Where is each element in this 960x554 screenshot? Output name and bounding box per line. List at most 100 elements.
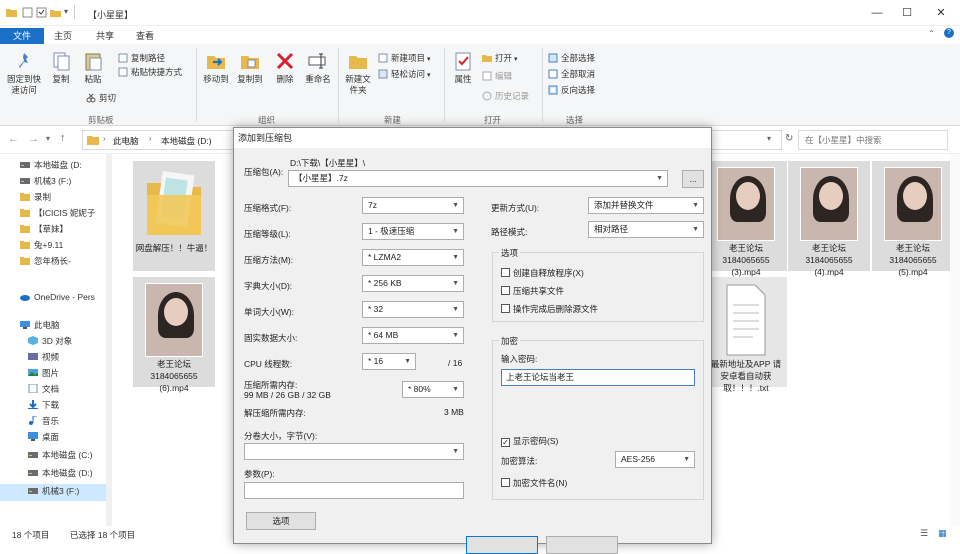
format-select[interactable]: 7z ▼ bbox=[362, 197, 464, 214]
nav-item[interactable]: 本地磁盘 (C:) bbox=[28, 448, 118, 463]
show-password-checkbox[interactable]: ✓ 显示密码(S) bbox=[501, 435, 558, 447]
forward-arrow-icon[interactable]: → bbox=[28, 133, 39, 145]
close-button[interactable]: ✕ bbox=[930, 4, 952, 22]
move-to-button[interactable]: 移动到 bbox=[200, 50, 232, 85]
word-size-select[interactable]: * 32 ▼ bbox=[362, 301, 464, 318]
method-select[interactable]: * LZMA2 ▼ bbox=[362, 249, 464, 266]
nav-item[interactable]: 桌面 bbox=[28, 430, 118, 445]
nav-scrollbar[interactable] bbox=[106, 154, 112, 526]
split-volume-combo[interactable]: ▼ bbox=[244, 443, 464, 460]
thumbnail-view-icon[interactable]: ▦ bbox=[938, 528, 947, 539]
history-button[interactable]: 历史记录 bbox=[482, 90, 529, 102]
dictionary-select[interactable]: * 256 KB ▼ bbox=[362, 275, 464, 292]
new-folder-icon[interactable] bbox=[50, 7, 61, 18]
nav-item[interactable]: 兔+9.11 bbox=[20, 238, 110, 253]
properties-button[interactable]: 属性 bbox=[448, 50, 478, 85]
properties-icon[interactable] bbox=[22, 7, 33, 18]
file-item[interactable]: 最新地址及APP 请安卓看自动获取！！！.txt bbox=[705, 277, 787, 393]
file-item[interactable]: 老王论坛 3184065655 (6).mp4 bbox=[133, 277, 215, 393]
new-folder-button[interactable]: 新建文件夹 bbox=[342, 50, 374, 96]
folder-icon bbox=[20, 193, 30, 201]
invert-selection-button[interactable]: 反向选择 bbox=[548, 84, 595, 96]
file-item[interactable]: 老王论坛 3184065655 (3).mp4 bbox=[705, 161, 787, 277]
tab-share[interactable]: 共享 bbox=[88, 28, 122, 44]
nav-item[interactable]: 【草妹】 bbox=[20, 222, 110, 237]
select-all-button[interactable]: 全部选择 bbox=[548, 52, 595, 64]
password-input[interactable]: 上老王论坛当老王 bbox=[501, 369, 695, 386]
file-item[interactable]: 网盘解压！！牛逼！ bbox=[133, 161, 215, 271]
nav-item[interactable]: 本地磁盘 (D:) bbox=[28, 466, 118, 481]
new-item-button[interactable]: 新建项目 ▾ bbox=[378, 52, 430, 64]
customize-arrow-icon[interactable]: ▾ bbox=[64, 7, 68, 16]
solid-block-select[interactable]: * 64 MB ▼ bbox=[362, 327, 464, 344]
file-item[interactable]: 老王论坛 3184065655 (4).mp4 bbox=[788, 161, 870, 277]
copy-to-button[interactable]: 复制到 bbox=[234, 50, 266, 85]
checkmark-icon[interactable] bbox=[36, 7, 47, 18]
nav-item[interactable]: 图片 bbox=[28, 366, 118, 381]
up-arrow-icon[interactable]: ↑ bbox=[60, 132, 66, 144]
encrypt-names-checkbox[interactable]: 加密文件名(N) bbox=[501, 477, 567, 489]
cpu-threads-select[interactable]: * 16 ▼ bbox=[362, 353, 416, 370]
nav-item[interactable]: 【ICICIS 妮妮子 bbox=[20, 206, 110, 221]
chevron-down-icon: ▼ bbox=[452, 254, 459, 261]
tab-file[interactable]: 文件 bbox=[0, 28, 44, 44]
copy-button[interactable]: 复制 bbox=[46, 50, 76, 85]
tab-view[interactable]: 查看 bbox=[128, 28, 162, 44]
cancel-button[interactable] bbox=[546, 536, 618, 554]
options-button[interactable]: 选项 bbox=[246, 512, 316, 530]
update-mode-select[interactable]: 添加并替换文件 ▼ bbox=[588, 197, 704, 214]
breadcrumb-drive-d[interactable]: 本地磁盘 (D:) bbox=[161, 135, 212, 147]
search-input[interactable]: 在【小星星】中搜索 bbox=[798, 130, 948, 150]
new-folder-icon bbox=[349, 56, 367, 69]
content-scrollbar[interactable] bbox=[950, 154, 960, 526]
select-none-button[interactable]: 全部取消 bbox=[548, 68, 595, 80]
back-arrow-icon[interactable]: ← bbox=[8, 133, 19, 145]
refresh-icon[interactable]: ↻ bbox=[785, 133, 793, 144]
parameters-input[interactable] bbox=[244, 482, 464, 499]
help-icon[interactable]: ? bbox=[944, 28, 954, 38]
address-dropdown-icon[interactable]: ▾ bbox=[767, 134, 771, 143]
pin-quick-access-button[interactable]: 固定到快速访问 bbox=[4, 50, 44, 96]
file-item[interactable]: 老王论坛 3184065655 (5).mp4 bbox=[872, 161, 954, 277]
nav-item[interactable]: 文档 bbox=[28, 382, 118, 397]
copy-path-button[interactable]: 复制路径 bbox=[118, 52, 165, 64]
easy-access-button[interactable]: 轻松访问 ▾ bbox=[378, 68, 430, 80]
delete-after-checkbox[interactable]: 操作完成后删除源文件 bbox=[501, 303, 598, 315]
edit-button[interactable]: 编辑 bbox=[482, 70, 512, 82]
rename-button[interactable]: 重命名 bbox=[302, 50, 334, 85]
nav-item[interactable]: 本地磁盘 (D: bbox=[20, 158, 110, 173]
level-select[interactable]: 1 - 极速压缩 ▼ bbox=[362, 223, 464, 240]
nav-item[interactable]: 下载 bbox=[28, 398, 118, 413]
ok-button[interactable] bbox=[466, 536, 538, 554]
nav-item[interactable]: 3D 对象 bbox=[28, 334, 118, 349]
collapse-ribbon-icon[interactable]: ⌃ bbox=[928, 29, 935, 38]
nav-item[interactable]: 音乐 bbox=[28, 414, 118, 429]
breadcrumb-this-pc[interactable]: 此电脑 bbox=[113, 135, 139, 147]
create-sfx-checkbox[interactable]: 创建自释放程序(X) bbox=[501, 267, 584, 279]
paste-button[interactable]: 粘贴 bbox=[78, 50, 108, 85]
update-mode-label: 更新方式(U): bbox=[491, 203, 540, 213]
memory-percent-select[interactable]: * 80% ▼ bbox=[402, 381, 464, 398]
nav-item[interactable]: 忽年杨长- bbox=[20, 254, 110, 269]
maximize-button[interactable]: ☐ bbox=[896, 4, 918, 22]
archive-name-combo[interactable]: 【小星星】.7z ▼ bbox=[288, 170, 668, 187]
tab-home[interactable]: 主页 bbox=[46, 28, 80, 44]
nav-item[interactable]: 此电脑 bbox=[20, 318, 110, 333]
open-button[interactable]: 打开 ▾ bbox=[482, 52, 517, 64]
minimize-button[interactable]: — bbox=[866, 4, 888, 22]
nav-item[interactable]: 录制 bbox=[20, 190, 110, 205]
details-view-icon[interactable]: ☰ bbox=[920, 528, 928, 539]
browse-button[interactable]: ... bbox=[682, 170, 704, 188]
nav-item[interactable]: OneDrive - Pers bbox=[20, 290, 110, 305]
recent-locations-icon[interactable]: ▾ bbox=[46, 134, 50, 143]
nav-item[interactable]: 机械3 (F:) bbox=[20, 174, 110, 189]
nav-item-label: 音乐 bbox=[42, 416, 60, 426]
paste-shortcut-button[interactable]: 粘贴快捷方式 bbox=[118, 66, 182, 78]
path-mode-select[interactable]: 相对路径 ▼ bbox=[588, 221, 704, 238]
encryption-method-select[interactable]: AES-256 ▼ bbox=[615, 451, 695, 468]
nav-item[interactable]: 视频 bbox=[28, 350, 118, 365]
delete-button[interactable]: 删除 bbox=[270, 50, 300, 85]
compress-shared-checkbox[interactable]: 压缩共享文件 bbox=[501, 285, 564, 297]
nav-item[interactable]: 机械3 (F:) bbox=[28, 484, 118, 499]
cut-button[interactable]: 剪切 bbox=[86, 92, 116, 104]
